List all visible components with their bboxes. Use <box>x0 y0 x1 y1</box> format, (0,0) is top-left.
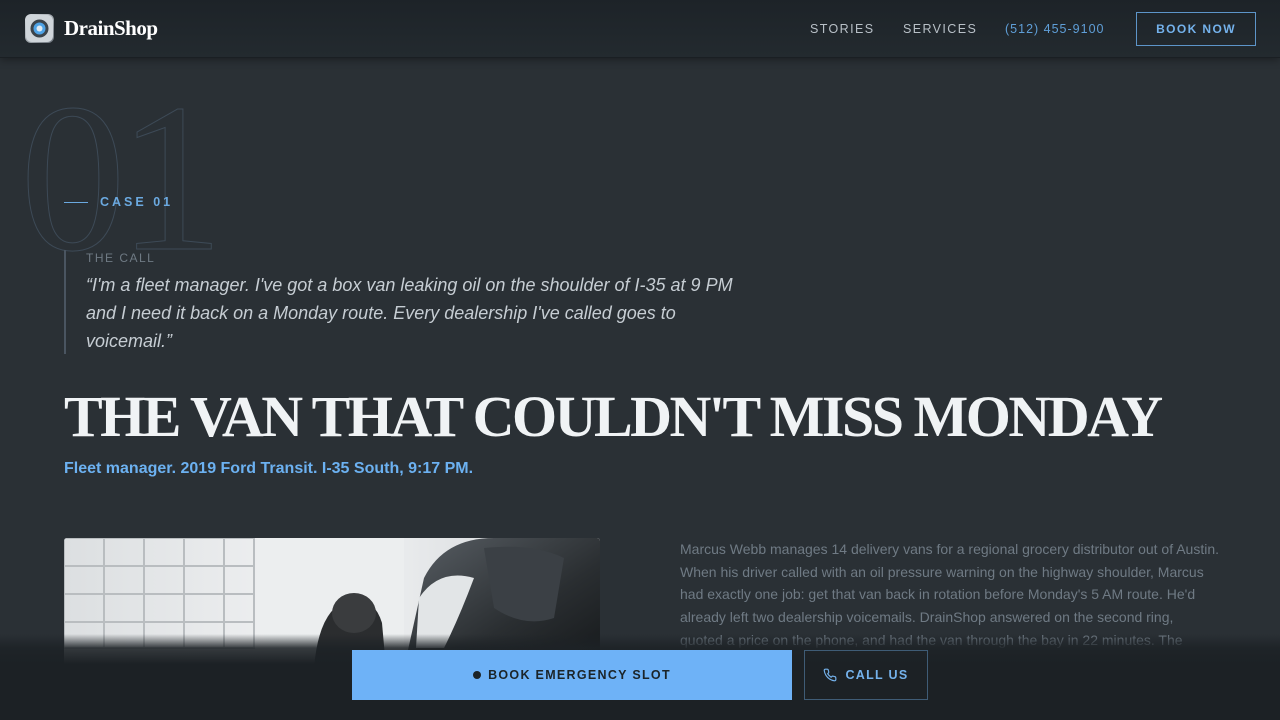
customer-quote: “I'm a fleet manager. I've got a box van… <box>86 275 733 351</box>
call-us-label: CALL US <box>845 668 909 682</box>
case-subtitle: Fleet manager. 2019 Ford Transit. I-35 S… <box>64 460 474 477</box>
nav-link-services[interactable]: SERVICES <box>903 22 977 36</box>
book-emergency-slot-label: BOOK EMERGENCY SLOT <box>488 668 671 682</box>
page-title: THE VAN THAT COULDN'T MISS MONDAY <box>64 384 1163 449</box>
case-label: CASE 01 <box>100 195 174 209</box>
book-now-button[interactable]: BOOK NOW <box>1136 12 1256 46</box>
nav-phone-link[interactable]: (512) 455-9100 <box>1005 22 1104 36</box>
status-dot-icon <box>473 671 482 679</box>
top-nav: DrainShop STORIES SERVICES (512) 455-910… <box>0 0 1280 58</box>
case-label-rule <box>64 202 88 203</box>
call-label: THE CALL <box>86 251 156 265</box>
brand-name[interactable]: DrainShop <box>64 16 158 41</box>
book-emergency-slot-button[interactable]: BOOK EMERGENCY SLOT <box>352 650 792 700</box>
logo-icon[interactable] <box>25 14 54 43</box>
nav-link-stories[interactable]: STORIES <box>810 22 874 36</box>
quote-bar <box>64 250 66 354</box>
call-us-button[interactable]: CALL US <box>804 650 928 700</box>
phone-icon <box>824 668 837 682</box>
